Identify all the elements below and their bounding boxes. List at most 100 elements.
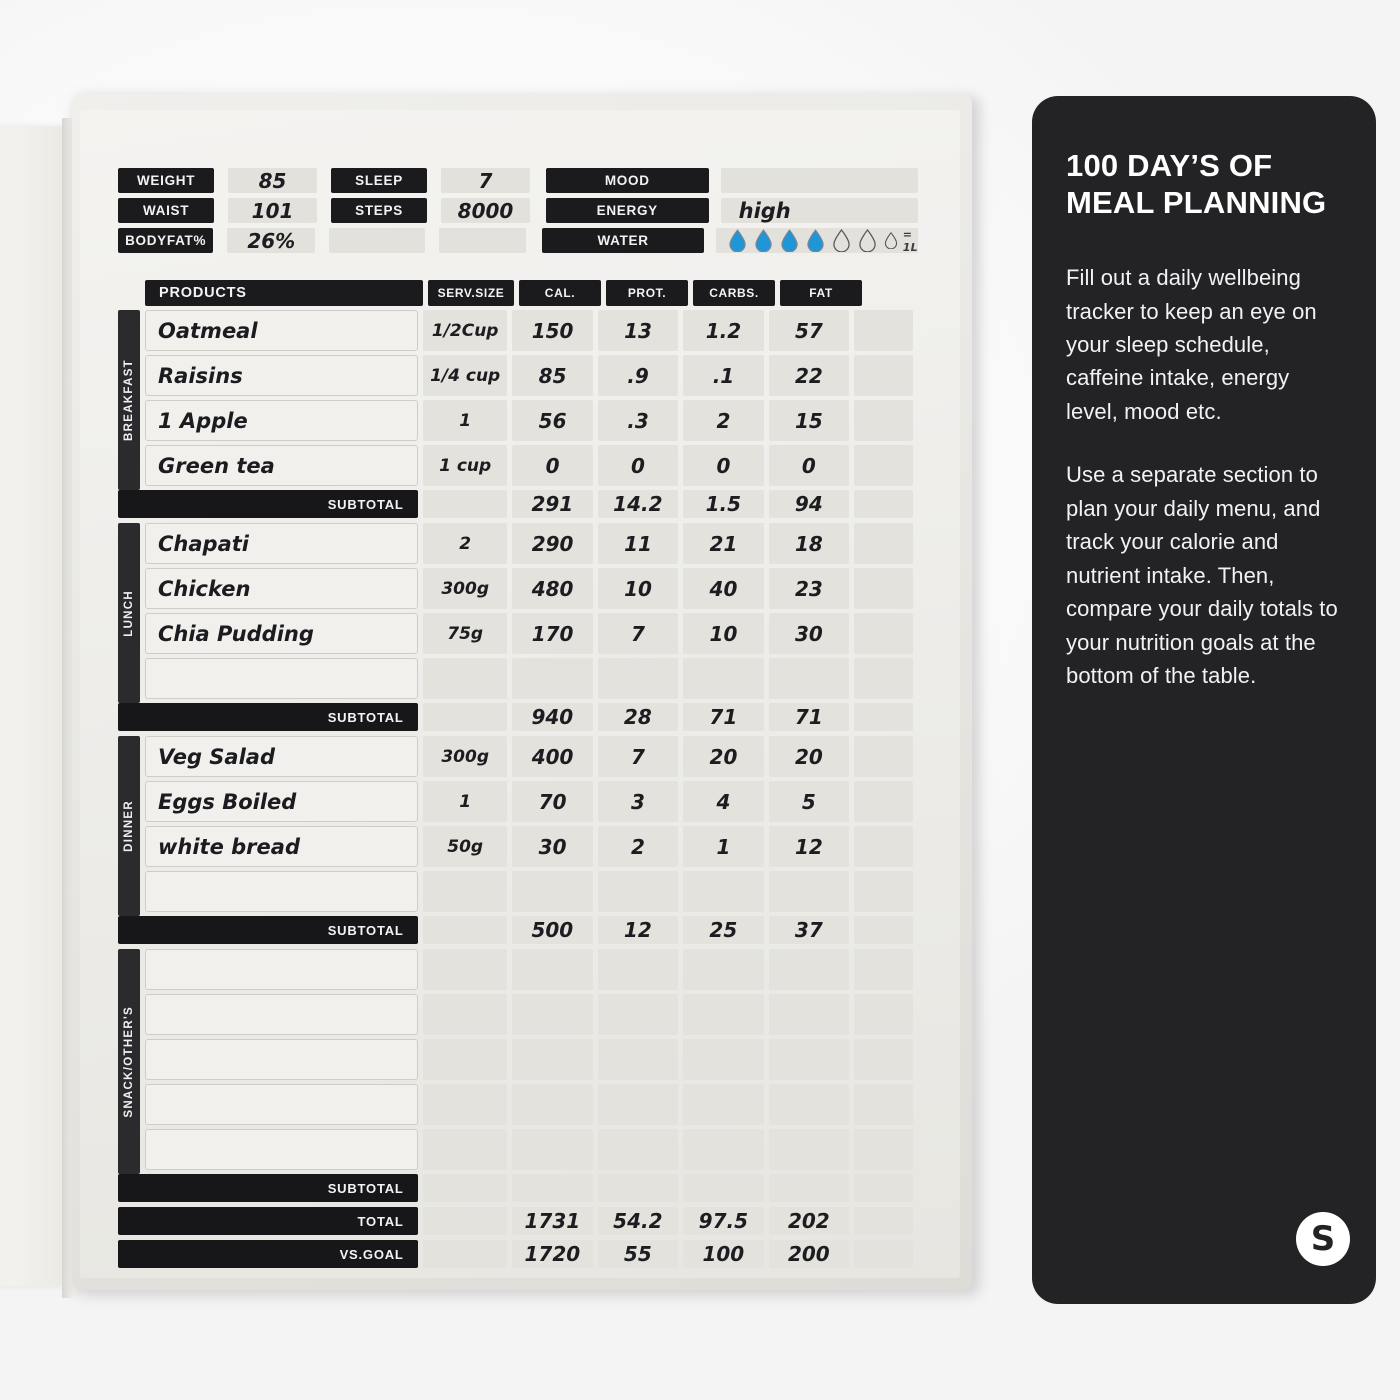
fat[interactable]: 18 <box>768 523 850 564</box>
protein[interactable]: .3 <box>597 400 679 441</box>
steps-value[interactable]: 8000 <box>441 198 530 223</box>
energy-value[interactable]: high <box>720 198 919 223</box>
serv-size[interactable] <box>422 658 508 699</box>
water-drop-icon-6[interactable] <box>858 229 877 252</box>
calories[interactable]: 30 <box>512 826 593 867</box>
carbs[interactable]: 0 <box>683 445 764 486</box>
calories[interactable]: 150 <box>512 310 593 351</box>
fat[interactable]: 23 <box>768 568 850 609</box>
product-name[interactable]: Chicken <box>145 568 418 609</box>
serv-size[interactable] <box>422 1084 508 1125</box>
carbs[interactable]: 4 <box>683 781 764 822</box>
calories[interactable]: 290 <box>512 523 593 564</box>
carbs[interactable] <box>683 871 764 912</box>
fat[interactable]: 30 <box>768 613 850 654</box>
protein[interactable]: .9 <box>597 355 679 396</box>
serv-size[interactable]: 300g <box>422 568 508 609</box>
protein[interactable]: 0 <box>597 445 679 486</box>
carbs[interactable]: 1.2 <box>683 310 764 351</box>
serv-size[interactable] <box>422 1129 508 1170</box>
protein[interactable] <box>597 1129 679 1170</box>
carbs[interactable]: 1 <box>683 826 764 867</box>
water-drop-icon-4[interactable] <box>806 229 825 252</box>
carbs[interactable] <box>683 994 764 1035</box>
carbs[interactable]: 10 <box>683 613 764 654</box>
water-drop-icon-5[interactable] <box>832 229 851 252</box>
waist-value[interactable]: 101 <box>228 198 317 223</box>
calories[interactable] <box>512 871 593 912</box>
serv-size[interactable] <box>422 871 508 912</box>
calories[interactable]: 85 <box>512 355 593 396</box>
product-name[interactable] <box>145 1129 418 1170</box>
fat[interactable]: 0 <box>768 445 850 486</box>
serv-size[interactable]: 1 <box>422 400 508 441</box>
sleep-value[interactable]: 7 <box>441 168 530 193</box>
product-name[interactable]: Veg Salad <box>145 736 418 777</box>
fat[interactable] <box>768 994 850 1035</box>
calories[interactable]: 170 <box>512 613 593 654</box>
product-name[interactable] <box>145 1039 418 1080</box>
carbs[interactable]: 2 <box>683 400 764 441</box>
product-name[interactable]: Oatmeal <box>145 310 418 351</box>
serv-size[interactable] <box>422 1039 508 1080</box>
protein[interactable] <box>597 949 679 990</box>
carbs[interactable]: 40 <box>683 568 764 609</box>
fat[interactable]: 57 <box>768 310 850 351</box>
serv-size[interactable] <box>422 949 508 990</box>
product-name[interactable]: Eggs Boiled <box>145 781 418 822</box>
carbs[interactable] <box>683 658 764 699</box>
serv-size[interactable]: 75g <box>422 613 508 654</box>
protein[interactable] <box>597 1084 679 1125</box>
weight-value[interactable]: 85 <box>228 168 317 193</box>
fat[interactable] <box>768 871 850 912</box>
mood-value[interactable] <box>720 168 919 193</box>
carbs[interactable]: .1 <box>683 355 764 396</box>
water-drop-icon-2[interactable] <box>754 229 773 252</box>
calories[interactable]: 70 <box>512 781 593 822</box>
carbs[interactable] <box>683 1129 764 1170</box>
calories[interactable]: 56 <box>512 400 593 441</box>
protein[interactable]: 3 <box>597 781 679 822</box>
water-drop-icon-3[interactable] <box>780 229 799 252</box>
serv-size[interactable]: 1 <box>422 781 508 822</box>
product-name[interactable] <box>145 658 418 699</box>
serv-size[interactable]: 1/2Cup <box>422 310 508 351</box>
product-name[interactable]: 1 Apple <box>145 400 418 441</box>
water-tracker[interactable]: = 1L <box>715 228 918 254</box>
protein[interactable] <box>597 994 679 1035</box>
serv-size[interactable]: 1 cup <box>422 445 508 486</box>
protein[interactable] <box>597 1039 679 1080</box>
protein[interactable]: 2 <box>597 826 679 867</box>
protein[interactable] <box>597 658 679 699</box>
calories[interactable] <box>512 1084 593 1125</box>
carbs[interactable]: 21 <box>683 523 764 564</box>
water-drop-icon-1[interactable] <box>728 229 747 252</box>
calories[interactable] <box>512 1129 593 1170</box>
product-name[interactable] <box>145 871 418 912</box>
protein[interactable] <box>597 871 679 912</box>
carbs[interactable]: 20 <box>683 736 764 777</box>
fat[interactable]: 15 <box>768 400 850 441</box>
product-name[interactable]: Chapati <box>145 523 418 564</box>
carbs[interactable] <box>683 1039 764 1080</box>
product-name[interactable] <box>145 949 418 990</box>
product-name[interactable] <box>145 994 418 1035</box>
protein[interactable]: 11 <box>597 523 679 564</box>
goal-prot[interactable]: 55 <box>597 1240 679 1268</box>
fat[interactable] <box>768 1084 850 1125</box>
calories[interactable]: 0 <box>512 445 593 486</box>
fat[interactable] <box>768 1039 850 1080</box>
goal-cal[interactable]: 1720 <box>512 1240 593 1268</box>
product-name[interactable]: Green tea <box>145 445 418 486</box>
protein[interactable]: 10 <box>597 568 679 609</box>
fat[interactable]: 5 <box>768 781 850 822</box>
protein[interactable]: 7 <box>597 613 679 654</box>
protein[interactable]: 7 <box>597 736 679 777</box>
carbs[interactable] <box>683 949 764 990</box>
goal-carbs[interactable]: 100 <box>683 1240 764 1268</box>
calories[interactable] <box>512 949 593 990</box>
product-name[interactable]: Raisins <box>145 355 418 396</box>
fat[interactable] <box>768 1129 850 1170</box>
carbs[interactable] <box>683 1084 764 1125</box>
serv-size[interactable]: 50g <box>422 826 508 867</box>
